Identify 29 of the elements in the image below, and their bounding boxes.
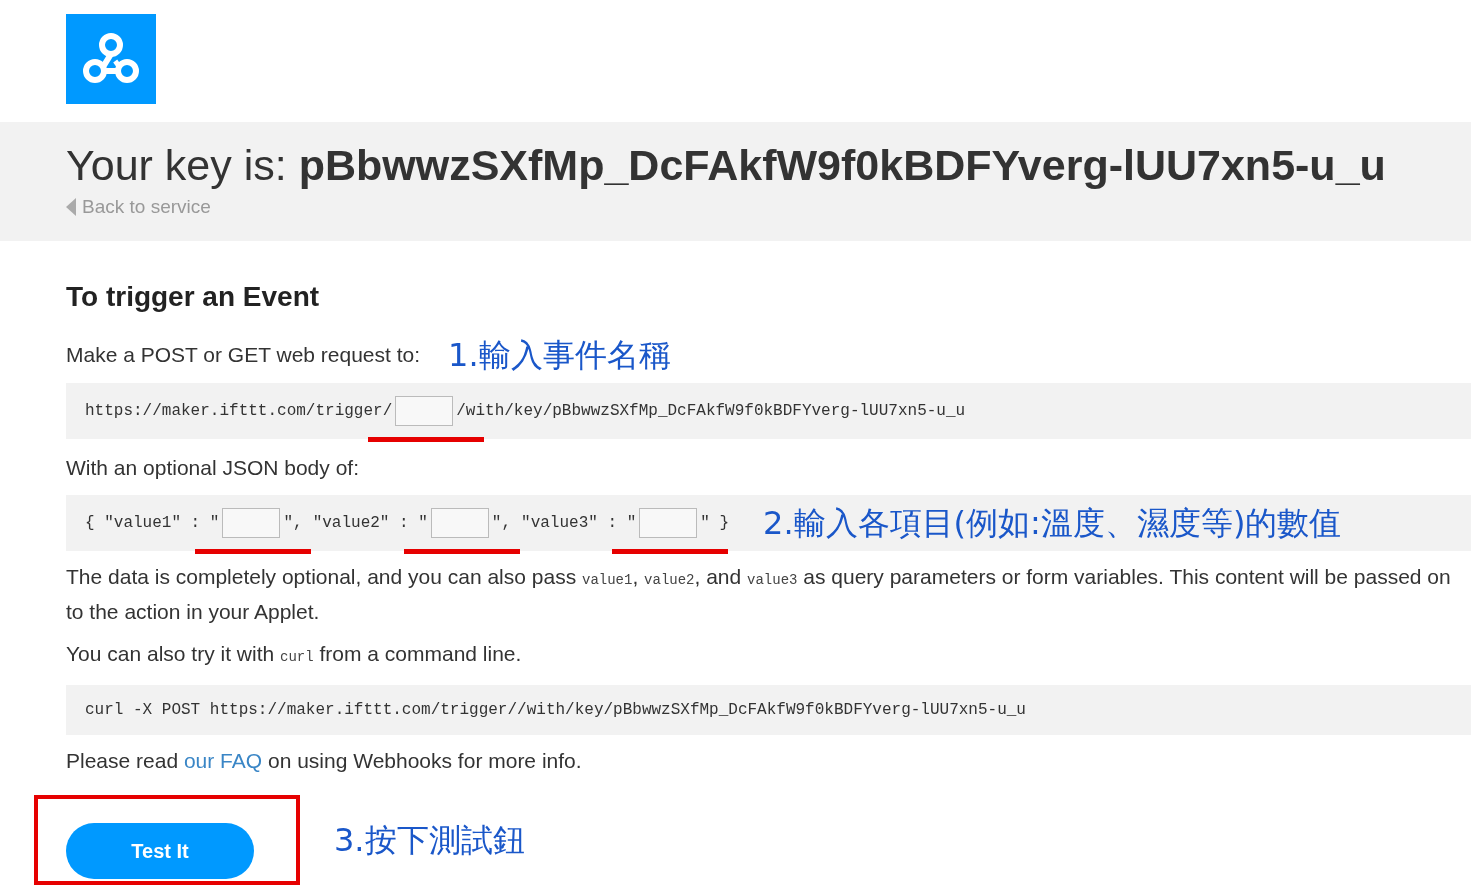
url-prefix: https://maker.ifttt.com/trigger/ xyxy=(85,402,393,420)
caret-icon xyxy=(66,198,76,216)
key-value: pBbwwzSXfMp_DcFAkfW9f0kBDFYverg-lUU7xn5-u_u xyxy=(298,140,1386,190)
faq-link[interactable]: our FAQ xyxy=(183,749,263,772)
event-name-field[interactable] xyxy=(395,396,454,426)
curl-command: curl -X POST https://maker.ifttt.com/trigger//with/key/pBbwwzSXfMp_DcFAkfW9f0kBDFYverg-lUU7xn5-u_u xyxy=(85,701,1026,719)
webhooks-logo-icon xyxy=(66,14,156,104)
value-field[interactable] xyxy=(430,508,489,538)
key-label: Your key is: xyxy=(66,140,287,190)
annotation-text: 1.輸入事件名稱 xyxy=(448,335,671,375)
annotation-text: 3.按下測試鈕 xyxy=(334,820,525,860)
json-punctuation: ", xyxy=(491,514,512,532)
json-key: "value3" : " xyxy=(521,514,637,532)
section-title: To trigger an Event xyxy=(66,280,321,314)
value-field[interactable] xyxy=(222,508,281,538)
test-button[interactable]: Test It xyxy=(66,823,254,879)
body-label: With an optional JSON body of: xyxy=(66,455,360,481)
json-punctuation: " } xyxy=(700,514,730,532)
json-key: "value2" : " xyxy=(312,514,428,532)
annotation-text: 2.輸入各項目(例如:溫度、濕度等)的數值 xyxy=(763,503,1342,543)
description-text: You can also try it with curl from a command line. xyxy=(66,641,523,667)
description-text: The data is completely optional, and you can also pass value1, value2, and value3 as query parameters or form variables. This content will be passed on to the action in your Applet. xyxy=(66,564,1452,625)
faq-text: Please read our FAQ on using Webhooks for more info. xyxy=(66,748,583,774)
json-punctuation: ", xyxy=(283,514,303,532)
json-key: { "value1" : " xyxy=(85,514,220,532)
url-suffix: /with/key/pBbwwzSXfMp_DcFAkfW9f0kBDFYverg-lUU7xn5-u_u xyxy=(456,402,966,420)
value-field[interactable] xyxy=(639,508,698,538)
back-link[interactable]: Back to service xyxy=(66,196,211,218)
request-label: Make a POST or GET web request to: xyxy=(66,342,421,368)
